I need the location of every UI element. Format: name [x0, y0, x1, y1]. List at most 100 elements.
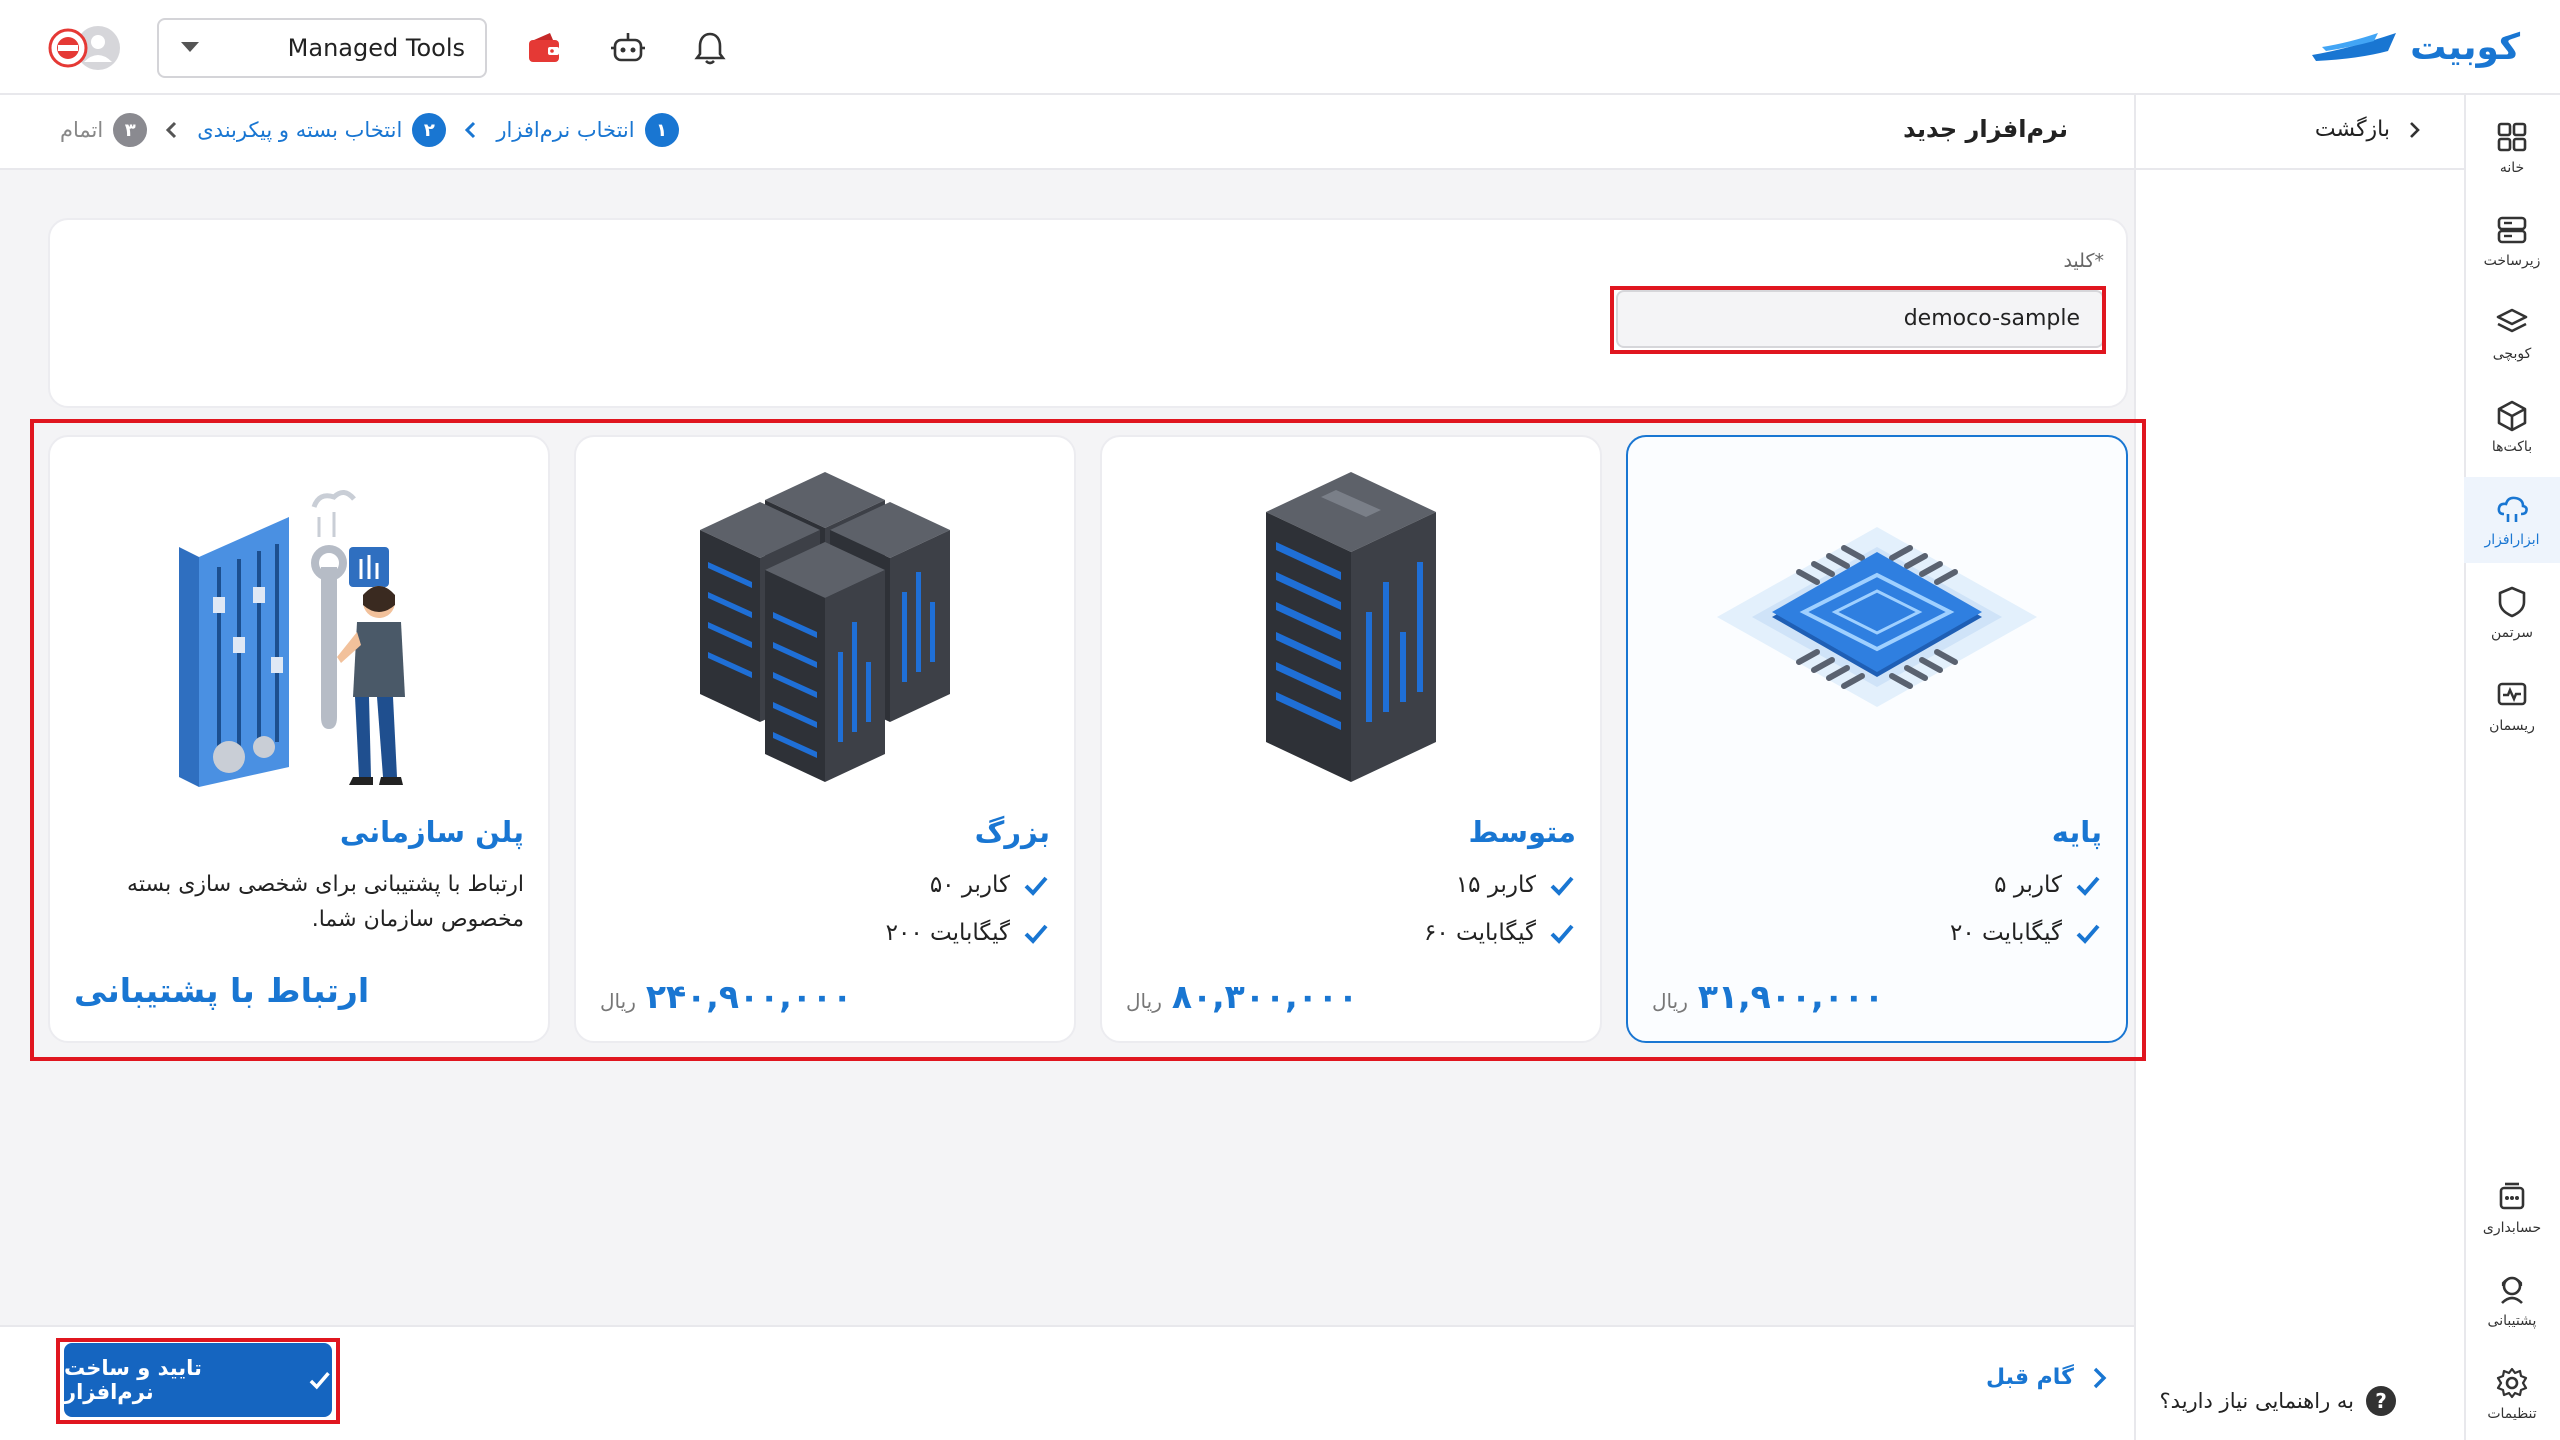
support-icon	[2501, 1276, 2523, 1304]
brand-logo[interactable]: کوبیت	[2308, 22, 2520, 72]
check-icon	[2076, 876, 2100, 896]
engineer-tools-icon	[179, 490, 405, 787]
sidebar-label: خانه	[2499, 160, 2525, 176]
plan-card-enterprise[interactable]: پلن سازمانی ارتباط با پشتیبانی برای شخصی…	[48, 435, 550, 1043]
plan-feature-text: ۶۰ گیگابایت	[1423, 920, 1536, 946]
plan-art	[1102, 457, 1600, 797]
price-value: ۸۰,۳۰۰,۰۰۰	[1171, 977, 1359, 1016]
price-unit: ریال	[600, 989, 636, 1013]
sidebar-item-accounting[interactable]: حسابداری	[2464, 1165, 2560, 1251]
page-header: نرم‌افزار جدید ۱ انتخاب نرم‌افزار ۲ انتخ…	[0, 95, 2134, 170]
bell-icon[interactable]	[690, 28, 730, 68]
plan-name: پلن سازمانی	[339, 815, 524, 849]
plan-name: متوسط	[1468, 815, 1576, 849]
sidebar-label: ابزارافزار	[2484, 532, 2540, 548]
sidebar-item-home[interactable]: خانه	[2464, 105, 2560, 191]
step-label: انتخاب نرم‌افزار	[496, 118, 635, 142]
back-button[interactable]: بازگشت	[2315, 117, 2424, 142]
sidebar-item-kubchi[interactable]: کوبچی	[2464, 291, 2560, 377]
user-avatar-icon[interactable]	[48, 24, 122, 72]
plan-price: ریال ۳۱,۹۰۰,۰۰۰	[1652, 977, 1884, 1016]
plan-art	[576, 457, 1074, 797]
sidebar-item-infrastructure[interactable]: زیرساخت	[2464, 198, 2560, 284]
plan-feature-text: ۵ کاربر	[1994, 872, 2062, 898]
key-field-label: کلید*	[2063, 250, 2104, 272]
brand-name: کوبیت	[2410, 26, 2520, 68]
calculator-icon	[2499, 1182, 2525, 1210]
sidebar-item-settings[interactable]: تنظیمات	[2464, 1351, 2560, 1437]
sidebar-item-sartman[interactable]: سرتمن	[2464, 570, 2560, 656]
plan-price: ریال ۸۰,۳۰۰,۰۰۰	[1126, 977, 1358, 1016]
check-icon	[1024, 924, 1048, 944]
plan-art	[50, 457, 548, 797]
plan-feature-text: ۲۰۰ گیگابایت	[885, 920, 1010, 946]
plan-feature: ۲۰ گیگابایت	[1950, 919, 2102, 947]
check-icon	[2076, 924, 2100, 944]
price-value: ۳۱,۹۰۰,۰۰۰	[1697, 977, 1885, 1016]
plan-card-large[interactable]: بزرگ ۵۰ کاربر ۲۰۰ گیگابایت ریال ۲۴۰,۹۰۰,…	[574, 435, 1076, 1043]
check-icon	[1024, 876, 1048, 896]
server-rack-icon	[1266, 472, 1436, 782]
shield-icon	[2498, 586, 2526, 618]
help-link[interactable]: به راهنمایی نیاز دارید؟ ?	[2160, 1386, 2396, 1416]
check-icon	[1550, 924, 1574, 944]
sidebar-item-buckets[interactable]: باکت‌ها	[2464, 384, 2560, 470]
plan-feature: ۶۰ گیگابایت	[1424, 919, 1576, 947]
step-finish: ۳ اتمام	[60, 113, 148, 147]
chevron-right-icon	[2410, 121, 2420, 138]
chevron-left-icon	[161, 119, 183, 141]
chevron-left-icon	[460, 119, 482, 141]
plan-card-medium[interactable]: متوسط ۱۵ کاربر ۶۰ گیگابایت ریال ۸۰,۳۰۰,۰…	[1100, 435, 1602, 1043]
boat-logo-icon	[2312, 33, 2397, 61]
step-label: اتمام	[60, 118, 104, 142]
step-select-package[interactable]: ۲ انتخاب بسته و پیکربندی	[197, 113, 447, 147]
plan-card-basic[interactable]: پایه ۵ کاربر ۲۰ گیگابایت ریال ۳۱,۹۰۰,۰۰۰	[1626, 435, 2128, 1043]
highlight-frame-confirm	[56, 1338, 340, 1424]
plan-feature: ۱۵ کاربر	[1456, 871, 1576, 899]
organization-select[interactable]: Managed Tools	[157, 18, 487, 78]
sidebar-item-monitoring[interactable]: ریسمان	[2464, 663, 2560, 749]
plan-art	[1628, 457, 2126, 797]
sidebar-label: پشتیبانی	[2487, 1313, 2537, 1329]
box-icon	[2497, 400, 2527, 432]
main-sidebar: خانه زیرساخت کوبچی باکت‌ها ابزارافزار سر…	[2464, 95, 2560, 1440]
sidebar-label: تنظیمات	[2487, 1406, 2537, 1422]
cloud-tools-icon	[2497, 496, 2528, 522]
step-number: ۲	[412, 113, 447, 147]
contact-support-link[interactable]: ارتباط با پشتیبانی	[74, 971, 369, 1010]
plan-feature: ۲۰۰ گیگابایت	[886, 919, 1050, 947]
back-header: بازگشت	[2134, 95, 2464, 170]
previous-step-button[interactable]: گام قبل	[1986, 1365, 2110, 1390]
sidebar-label: ریسمان	[2489, 718, 2535, 734]
plan-feature-text: ۵۰ کاربر	[929, 872, 1010, 898]
sidebar-item-support[interactable]: پشتیبانی	[2464, 1258, 2560, 1344]
sidebar-item-tools[interactable]: ابزارافزار	[2464, 477, 2560, 563]
previous-step-label: گام قبل	[1986, 1365, 2074, 1390]
grid-icon	[2497, 122, 2527, 152]
wallet-icon[interactable]	[524, 28, 564, 68]
plan-feature-text: ۲۰ گیگابایت	[1949, 920, 2062, 946]
plan-description: ارتباط با پشتیبانی برای شخصی سازی بسته م…	[127, 872, 524, 932]
sidebar-label: کوبچی	[2492, 346, 2532, 362]
robot-icon[interactable]	[608, 28, 648, 68]
top-bar: کوبیت Managed Tools	[0, 0, 2560, 95]
highlight-frame-key	[1610, 286, 2106, 354]
stepper: ۱ انتخاب نرم‌افزار ۲ انتخاب بسته و پیکرب…	[60, 113, 679, 147]
layers-icon	[2496, 308, 2528, 333]
sidebar-label: حسابداری	[2482, 1220, 2542, 1236]
step-select-software[interactable]: ۱ انتخاب نرم‌افزار	[496, 113, 679, 147]
plan-feature: ۵۰ کاربر	[930, 871, 1050, 899]
plan-feature: ۵ کاربر	[1994, 871, 2102, 899]
server-stack-icon	[2497, 216, 2527, 244]
plan-feature-text: ۱۵ کاربر	[1455, 872, 1536, 898]
plan-name: پایه	[2051, 815, 2102, 849]
chevron-right-icon	[2093, 1367, 2107, 1388]
organization-select-value: Managed Tools	[287, 34, 465, 62]
page-title: نرم‌افزار جدید	[1903, 115, 2068, 143]
step-label: انتخاب بسته و پیکربندی	[197, 118, 403, 142]
step-number: ۳	[113, 113, 148, 147]
context-panel: بازگشت به راهنمایی نیاز دارید؟ ?	[2134, 95, 2464, 1440]
back-label: بازگشت	[2314, 117, 2390, 142]
plan-name: بزرگ	[974, 815, 1050, 849]
help-label: به راهنمایی نیاز دارید؟	[2159, 1389, 2354, 1413]
